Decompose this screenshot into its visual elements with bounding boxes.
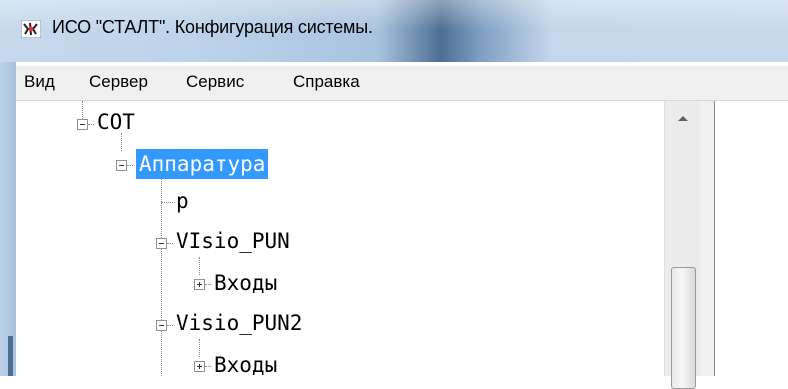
expand-icon[interactable] [194,279,205,290]
tree-item-visio-pun[interactable]: VIsio_PUN [176,229,290,253]
menu-service[interactable]: Сервис [186,72,244,92]
tree-item-inputs[interactable]: Входы [214,353,277,377]
menu-server[interactable]: Сервер [89,72,148,92]
tree-item-p[interactable]: p [176,189,189,213]
details-panel [714,101,788,376]
collapse-icon[interactable] [156,320,167,331]
panel-splitter[interactable] [700,101,714,376]
menu-help[interactable]: Справка [293,72,360,92]
window-frame-accent [8,336,13,376]
collapse-icon[interactable] [77,119,88,130]
tree-item-apparatus[interactable]: Аппаратура [136,149,269,179]
title-bar[interactable]: ИСО "СТАЛТ". Конфигурация системы. [0,0,788,62]
expand-icon[interactable] [194,361,205,372]
scroll-up-arrow-icon[interactable] [665,101,701,133]
menu-view[interactable]: Вид [24,72,55,92]
tree-item-visio-pun2[interactable]: Visio_PUN2 [176,311,302,335]
menu-bar: Вид Сервер Сервис Справка [16,66,788,101]
app-logo-icon[interactable] [21,20,41,38]
tree-item-sot[interactable]: СОТ [97,110,135,134]
window-frame-left [0,62,16,376]
collapse-icon[interactable] [156,238,167,249]
tree-item-inputs[interactable]: Входы [214,271,277,295]
configuration-tree[interactable]: СОТ Аппаратура p VIsio_PUN Входы Visio_P… [16,101,664,377]
collapse-icon[interactable] [116,160,127,171]
window-title: ИСО "СТАЛТ". Конфигурация системы. [52,17,373,37]
tree-scrollbar[interactable] [664,101,701,389]
scroll-thumb[interactable] [671,267,696,389]
